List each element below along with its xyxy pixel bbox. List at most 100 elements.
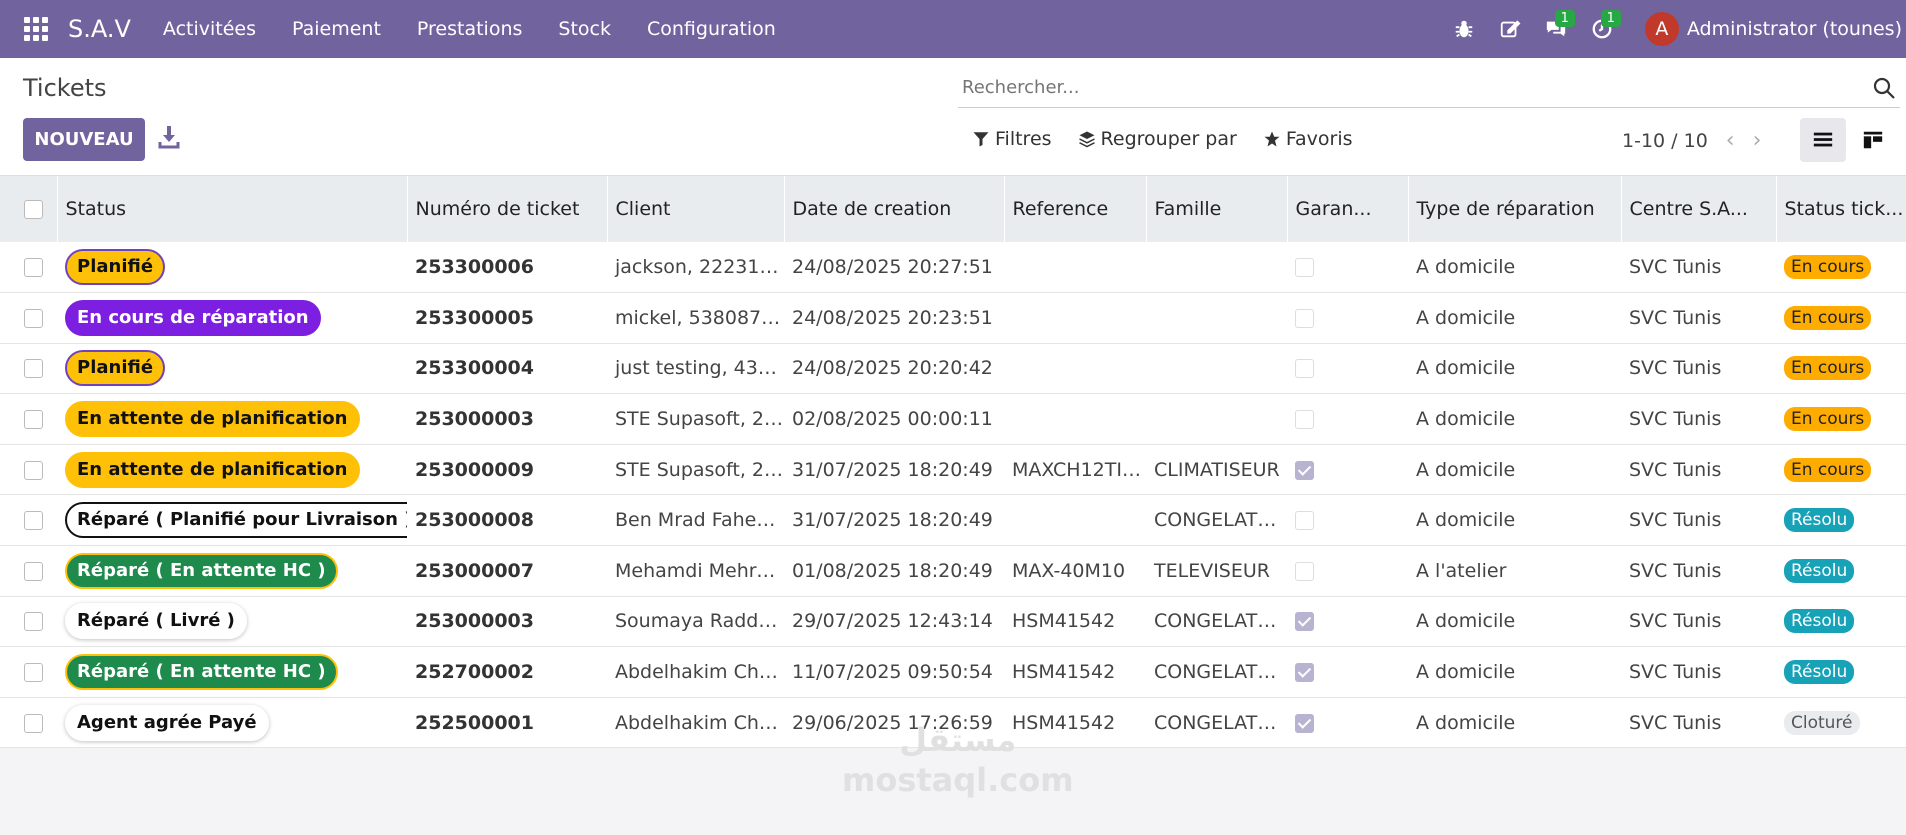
table-row[interactable]: Planifié 253300006 jackson, 22231356 24/08/… [0,242,1906,294]
ticket-number-cell[interactable]: 253000007 [407,545,607,597]
garantie-cell[interactable] [1287,545,1408,597]
centre-sav-cell[interactable]: SVC Tunis [1621,545,1776,597]
pager-next-icon[interactable]: › [1753,128,1762,153]
ticket-status-cell[interactable]: Résolu [1776,494,1906,547]
app-brand[interactable]: S.A.V [68,15,131,43]
user-avatar[interactable]: A [1644,12,1679,46]
garantie-cell[interactable] [1287,444,1408,496]
ticket-number-cell[interactable]: 252700002 [407,646,607,698]
col-client[interactable]: Client [607,176,785,242]
groupby-button[interactable]: Regrouper par [1078,128,1237,150]
row-checkbox[interactable] [24,258,43,278]
ticket-status-cell[interactable]: Résolu [1776,646,1906,698]
filters-button[interactable]: Filtres [972,128,1052,150]
row-checkbox[interactable] [24,612,43,632]
col-number[interactable]: Numéro de ticket [407,176,608,242]
status-cell[interactable]: En attente de planification [57,444,407,496]
status-cell[interactable]: Réparé ( En attente HC ) [57,646,407,698]
row-checkbox[interactable] [24,713,43,733]
client-cell[interactable]: Abdelhakim Chai... [607,646,784,698]
status-cell[interactable]: Planifié [57,343,407,395]
search-icon[interactable] [1872,76,1896,100]
col-type[interactable]: Type de réparation [1408,176,1622,242]
col-reference[interactable]: Reference [1004,176,1147,242]
centre-sav-cell[interactable]: SVC Tunis [1621,494,1776,547]
col-ticket-status[interactable]: Status tick... [1776,176,1906,242]
reference-cell[interactable]: MAXCH12TINV [1004,444,1146,496]
garantie-cell[interactable] [1287,697,1408,749]
ticket-status-cell[interactable]: En cours [1776,242,1906,294]
reference-cell[interactable] [1004,494,1146,547]
famille-cell[interactable]: CONGELATE... [1146,697,1287,749]
status-cell[interactable]: Agent agrée Payé [57,697,407,749]
reference-cell[interactable] [1004,393,1146,445]
pager-prev-icon[interactable]: ‹ [1726,128,1735,153]
type-reparation-cell[interactable]: A domicile [1408,444,1621,496]
table-row[interactable]: Réparé ( En attente HC ) 252700002 Abdelha… [0,646,1906,698]
table-row[interactable]: Réparé ( En attente HC ) 253000007 Mehamdi… [0,545,1906,597]
row-checkbox[interactable] [24,410,43,430]
centre-sav-cell[interactable]: SVC Tunis [1621,697,1776,749]
famille-cell[interactable] [1146,242,1287,294]
menu-paiement[interactable]: Paiement [274,18,399,40]
edit-note-icon[interactable] [1487,0,1533,58]
famille-cell[interactable]: CLIMATISEUR [1146,444,1287,496]
kanban-view-icon[interactable] [1850,118,1896,162]
type-reparation-cell[interactable]: A domicile [1408,697,1621,749]
row-checkbox[interactable] [24,663,43,683]
reference-cell[interactable]: MAX-40M10 [1004,545,1146,597]
date-creation-cell[interactable]: 01/08/2025 18:20:49 [784,545,1004,597]
famille-cell[interactable]: TELEVISEUR [1146,545,1287,597]
table-row[interactable]: En cours de réparation 253300005 mickel, 5… [0,292,1906,344]
famille-cell[interactable] [1146,393,1287,445]
type-reparation-cell[interactable]: A domicile [1408,646,1621,698]
centre-sav-cell[interactable]: SVC Tunis [1621,343,1776,395]
client-cell[interactable]: Abdelhakim Chai... [607,697,784,749]
row-checkbox[interactable] [24,460,43,480]
debug-bug-icon[interactable] [1441,0,1487,58]
menu-configuration[interactable]: Configuration [629,18,794,40]
col-status[interactable]: Status [57,176,408,242]
status-cell[interactable]: En cours de réparation [57,292,407,344]
centre-sav-cell[interactable]: SVC Tunis [1621,242,1776,294]
status-cell[interactable]: Réparé ( Livré ) [57,596,407,648]
apps-grid-icon[interactable] [24,17,48,41]
garantie-cell[interactable] [1287,343,1408,395]
type-reparation-cell[interactable]: A domicile [1408,393,1621,445]
reference-cell[interactable] [1004,292,1146,344]
famille-cell[interactable] [1146,292,1287,344]
ticket-status-cell[interactable]: En cours [1776,292,1906,344]
ticket-number-cell[interactable]: 253300006 [407,242,607,294]
famille-cell[interactable]: CONGELATE... [1146,646,1287,698]
row-checkbox[interactable] [24,308,43,328]
menu-activitees[interactable]: Activitées [145,18,274,40]
date-creation-cell[interactable]: 24/08/2025 20:23:51 [784,292,1004,344]
activities-clock-icon[interactable]: 1 [1579,0,1625,58]
reference-cell[interactable] [1004,343,1146,395]
table-row[interactable]: Réparé ( Planifié pour Livraison ) 253000… [0,494,1906,547]
ticket-number-cell[interactable]: 253000003 [407,393,607,445]
date-creation-cell[interactable]: 31/07/2025 18:20:49 [784,494,1004,547]
status-cell[interactable]: En attente de planification [57,393,407,445]
row-checkbox[interactable] [24,511,43,531]
date-creation-cell[interactable]: 24/08/2025 20:27:51 [784,242,1004,294]
download-icon[interactable] [158,124,180,150]
garantie-cell[interactable] [1287,596,1408,648]
messages-chat-icon[interactable]: 1 [1533,0,1579,58]
garantie-cell[interactable] [1287,393,1408,445]
centre-sav-cell[interactable]: SVC Tunis [1621,444,1776,496]
client-cell[interactable]: jackson, 22231356 [607,242,784,294]
ticket-number-cell[interactable]: 253000003 [407,596,607,648]
col-date[interactable]: Date de creation [784,176,1005,242]
famille-cell[interactable]: CONGELATE... [1146,596,1287,648]
table-row[interactable]: Planifié 253300004 just testing, 4343... 24… [0,343,1906,395]
client-cell[interactable]: just testing, 4343... [607,343,784,395]
ticket-status-cell[interactable]: Cloturé [1776,697,1906,749]
client-cell[interactable]: mickel, 53808787 [607,292,784,344]
famille-cell[interactable] [1146,343,1287,395]
type-reparation-cell[interactable]: A domicile [1408,596,1621,648]
ticket-status-cell[interactable]: En cours [1776,444,1906,496]
reference-cell[interactable]: HSM41542 [1004,596,1146,648]
reference-cell[interactable]: HSM41542 [1004,646,1146,698]
centre-sav-cell[interactable]: SVC Tunis [1621,646,1776,698]
